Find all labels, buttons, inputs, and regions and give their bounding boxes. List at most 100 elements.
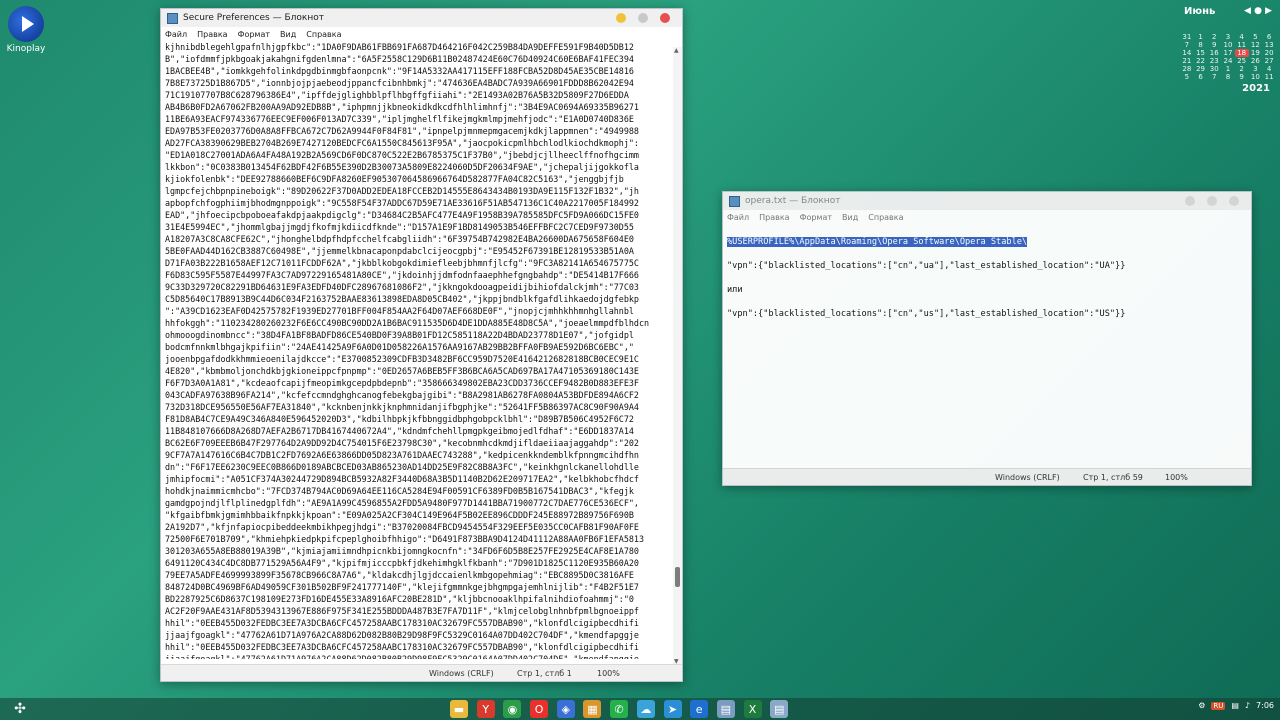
text-line: lkkbon":"0C0383B013454F62BDF42F6B55E390D… [165, 162, 639, 172]
calendar-day[interactable]: 24 [1221, 57, 1235, 65]
calendar-day[interactable]: 29 [1194, 65, 1208, 73]
language-indicator[interactable]: RU [1211, 701, 1226, 710]
excel-icon[interactable]: X [743, 700, 762, 718]
text-editor[interactable]: %USERPROFILE%\AppData\Roaming\Opera Soft… [723, 224, 1251, 469]
folder-icon[interactable]: ▬ [450, 700, 468, 718]
text-line: B","iofdmmfjpkbgoakjakahgnifgdenlmna":"6… [165, 54, 634, 64]
calendar-day[interactable]: 2 [1235, 65, 1249, 73]
calendar-day[interactable]: 12 [1249, 41, 1263, 49]
calendar-day[interactable]: 3 [1221, 33, 1235, 41]
vertical-scrollbar[interactable]: ▲ ▼ [673, 47, 682, 665]
notepad-icon[interactable]: ▤ [716, 700, 735, 718]
calendar-nav[interactable]: ◀ ● ▶ [1244, 6, 1272, 17]
edge-icon[interactable]: e [690, 700, 709, 718]
calendar-day[interactable]: 13 [1262, 41, 1276, 49]
calendar-day[interactable]: 4 [1262, 65, 1276, 73]
telegram-icon[interactable]: ➤ [663, 700, 682, 718]
menu-file[interactable]: Файл [727, 213, 749, 222]
calendar-day[interactable]: 4 [1235, 33, 1249, 41]
yandex-icon[interactable]: Y [476, 700, 495, 718]
text-line: AD27FCA38390629BEB2704B269E7427120BEDCFC… [165, 138, 639, 148]
clock[interactable]: 7:06 [1256, 701, 1274, 710]
calendar-day[interactable]: 14 [1180, 49, 1194, 57]
calendar-day[interactable]: 8 [1221, 73, 1235, 81]
notepad-active-icon[interactable]: ▤ [770, 700, 789, 718]
minimize-button[interactable] [1185, 196, 1195, 206]
network-icon[interactable]: ▤ [1231, 701, 1239, 710]
menu-view[interactable]: Вид [842, 213, 858, 222]
calendar-day[interactable]: 1 [1221, 65, 1235, 73]
menu-file[interactable]: Файл [165, 30, 187, 39]
menu-view[interactable]: Вид [280, 30, 296, 39]
calendar-day[interactable]: 10 [1249, 73, 1263, 81]
menu-format[interactable]: Формат [238, 30, 270, 39]
calendar-day[interactable]: 26 [1249, 57, 1263, 65]
desktop-icon-kinoplay[interactable]: Kinoplay [4, 6, 48, 54]
calendar-day[interactable]: 2 [1207, 33, 1221, 41]
calendar-day[interactable]: 21 [1180, 57, 1194, 65]
cloud-icon[interactable]: ☁ [636, 700, 655, 718]
calendar-day[interactable]: 9 [1207, 41, 1221, 49]
close-button[interactable] [660, 13, 670, 23]
calendar-day[interactable]: 16 [1207, 49, 1221, 57]
taskbar: ✣ ▬ Y ◉ O ◈ ▦ ✆ ☁ ➤ e ▤ X ▤ ⚙ RU ▤ ♪ 7:06 [0, 698, 1280, 720]
start-button[interactable]: ✣ [6, 701, 34, 717]
whatsapp-icon[interactable]: ✆ [610, 700, 629, 718]
calendar-day[interactable]: 3 [1249, 65, 1263, 73]
close-button[interactable] [1229, 196, 1239, 206]
title-bar[interactable]: opera.txt — Блокнот [723, 192, 1251, 210]
calendar-day[interactable]: 20 [1262, 49, 1276, 57]
status-zoom: 100% [597, 668, 620, 678]
scroll-up-icon[interactable]: ▲ [674, 47, 679, 54]
desktop-icon-label: Kinoplay [6, 44, 46, 54]
calendar-day[interactable]: 8 [1194, 41, 1208, 49]
calendar-day[interactable]: 27 [1262, 57, 1276, 65]
title-bar[interactable]: Secure Preferences — Блокнот [161, 9, 682, 27]
calendar-day[interactable]: 28 [1180, 65, 1194, 73]
volume-icon[interactable]: ♪ [1245, 701, 1250, 710]
kinoplay-icon [8, 6, 44, 42]
calendar-day[interactable]: 11 [1235, 41, 1249, 49]
calendar-day[interactable]: 7 [1207, 73, 1221, 81]
calendar-day[interactable]: 22 [1194, 57, 1208, 65]
text-line: 2A192D7","kfjnfapiocpibeddeekmbikhpegjhd… [165, 522, 639, 532]
calendar-day[interactable]: 6 [1194, 73, 1208, 81]
calendar-day[interactable]: 23 [1207, 57, 1221, 65]
calendar-day[interactable]: 25 [1235, 57, 1249, 65]
calendar-day[interactable]: 9 [1235, 73, 1249, 81]
calendar-day[interactable]: 31 [1180, 33, 1194, 41]
app-icon[interactable]: ◈ [556, 700, 575, 718]
menu-edit[interactable]: Правка [759, 213, 789, 222]
maximize-button[interactable] [638, 13, 648, 23]
calendar-day[interactable]: 6 [1262, 33, 1276, 41]
calendar-day[interactable]: 5 [1249, 33, 1263, 41]
maximize-button[interactable] [1207, 196, 1217, 206]
archive-icon[interactable]: ▦ [583, 700, 602, 718]
text-line: 72500F6E701B709","khmiehpkiedpkpifcpeplg… [165, 534, 645, 544]
calendar-day[interactable]: 5 [1180, 73, 1194, 81]
calendar-grid: 31 1 2 3 4 5 6 7 8 9 10 11 12 13 14 15 16 17 18 19 20 21 22 23 2… [1180, 33, 1276, 81]
menu-help[interactable]: Справка [868, 213, 903, 222]
calendar-day[interactable]: 18 [1234, 49, 1249, 57]
calendar-day[interactable]: 30 [1207, 65, 1221, 73]
calendar-day[interactable]: 17 [1221, 49, 1235, 57]
calendar-day[interactable]: 7 [1180, 41, 1194, 49]
calendar-day[interactable]: 10 [1221, 41, 1235, 49]
text-line: jmhipfocmi":"A051CF374A30244729D894BCB59… [165, 474, 639, 484]
calendar-day[interactable]: 15 [1194, 49, 1208, 57]
status-zoom: 100% [1165, 472, 1188, 482]
calendar-day[interactable]: 11 [1262, 73, 1276, 81]
settings-icon[interactable]: ⚙ [1198, 701, 1205, 710]
scrollbar-thumb[interactable] [675, 567, 680, 587]
minimize-button[interactable] [616, 13, 626, 23]
menu-edit[interactable]: Правка [197, 30, 227, 39]
text-line: 79EE7A5ADFE4699993899F35678CB966C8A7A6",… [165, 570, 634, 580]
opera-icon[interactable]: O [530, 700, 549, 718]
menu-help[interactable]: Справка [306, 30, 341, 39]
text-editor[interactable]: kjhnibdblegehlgpafnlhjgpfkbc":"1DA0F9DAB… [161, 41, 682, 659]
calendar-day[interactable]: 1 [1194, 33, 1208, 41]
chrome-icon[interactable]: ◉ [503, 700, 522, 718]
menu-format[interactable]: Формат [800, 213, 832, 222]
window-title: Secure Preferences — Блокнот [183, 13, 324, 23]
calendar-day[interactable]: 19 [1249, 49, 1263, 57]
